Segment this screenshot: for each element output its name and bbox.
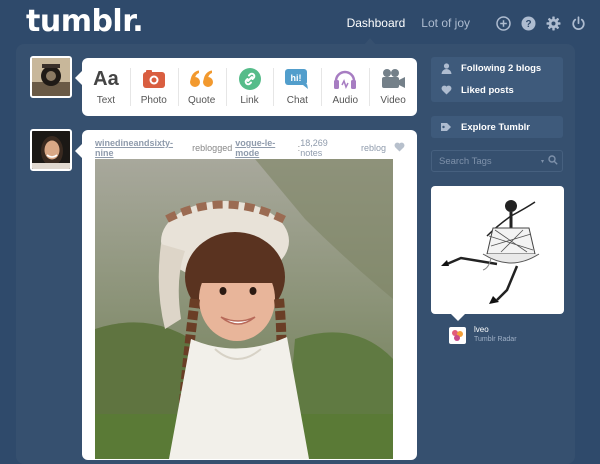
chat-icon: hi! [284,67,310,91]
radar-user-avatar[interactable] [449,326,466,344]
post-action: reblogged [192,143,233,153]
tag-icon [439,122,453,132]
post-type-text[interactable]: Aa Text [82,58,130,116]
post-notes[interactable]: 18,269 notes [300,138,351,158]
search-tags-input[interactable] [432,154,541,168]
gear-icon[interactable] [546,16,561,31]
post-type-label: Text [96,95,116,106]
post-type-label: Chat [286,95,308,106]
heart-icon [439,85,453,95]
post-type-bar: Aa Text Photo Quote Link hi! Chat Audio [75,58,417,116]
post-type-label: Link [240,95,259,106]
post-source-link[interactable]: vogue-le-mode [235,138,297,158]
heart-icon[interactable] [394,142,405,154]
post-type-label: Photo [140,95,167,106]
svg-text:?: ? [525,19,531,30]
video-icon [380,67,406,91]
radar-label: Tumblr Radar [474,336,517,343]
text-icon: Aa [93,67,119,90]
radar-meta: lveo Tumblr Radar [449,324,517,346]
explore-tumblr-button[interactable]: Explore Tumblr [431,116,563,138]
post-type-label: Quote [188,95,216,106]
tumblr-logo[interactable]: tumblr. [26,4,144,39]
search-icon[interactable] [548,152,558,170]
search-tags-box: ▾ [431,150,563,172]
sidebar-item-label: Following 2 blogs [461,62,542,74]
svg-text:hi!: hi! [291,73,302,83]
post-author-link[interactable]: winedineandsixty-nine [95,138,189,158]
post-type-photo[interactable]: Photo [129,58,178,116]
sidebar-item-following[interactable]: Following 2 blogs [431,57,563,79]
explore-label: Explore Tumblr [461,121,530,133]
post-type-label: Video [380,95,406,106]
post-type-label: Audio [332,95,359,106]
plus-circle-icon[interactable] [496,15,511,31]
dropdown-icon[interactable]: ▾ [541,158,544,165]
audio-icon [333,67,357,91]
help-icon[interactable]: ? [521,16,536,31]
post-type-video[interactable]: Video [369,58,417,116]
sidebar-item-label: Liked posts [461,84,514,96]
sidebar-nav-group: Following 2 blogs Liked posts [431,57,563,102]
camera-icon [142,67,166,91]
sidebar-item-liked[interactable]: Liked posts [431,79,563,101]
post-type-link[interactable]: Link [225,58,274,116]
post-type-audio[interactable]: Audio [321,58,369,116]
power-icon[interactable] [571,15,586,31]
post-card: winedineandsixty-nine reblogged vogue-le… [75,130,417,460]
nav-dashboard[interactable]: Dashboard [347,16,406,30]
person-icon [439,62,453,74]
radar-illustration [441,200,540,304]
post-author-avatar[interactable] [30,129,72,171]
post-header: winedineandsixty-nine reblogged vogue-le… [95,138,405,158]
post-photo[interactable] [95,159,393,459]
link-icon [238,67,262,91]
post-type-quote[interactable]: Quote [177,58,226,116]
radar-user-name[interactable]: lveo [474,325,517,335]
user-avatar[interactable] [30,56,72,98]
top-nav: Dashboard Lot of joy ? [347,12,586,34]
tumblr-radar-card[interactable] [431,186,564,321]
post-type-chat[interactable]: hi! Chat [273,58,321,116]
reblog-button[interactable]: reblog [361,143,386,153]
active-nav-indicator [364,38,376,45]
quote-icon [189,67,215,91]
nav-blog[interactable]: Lot of joy [421,16,470,30]
